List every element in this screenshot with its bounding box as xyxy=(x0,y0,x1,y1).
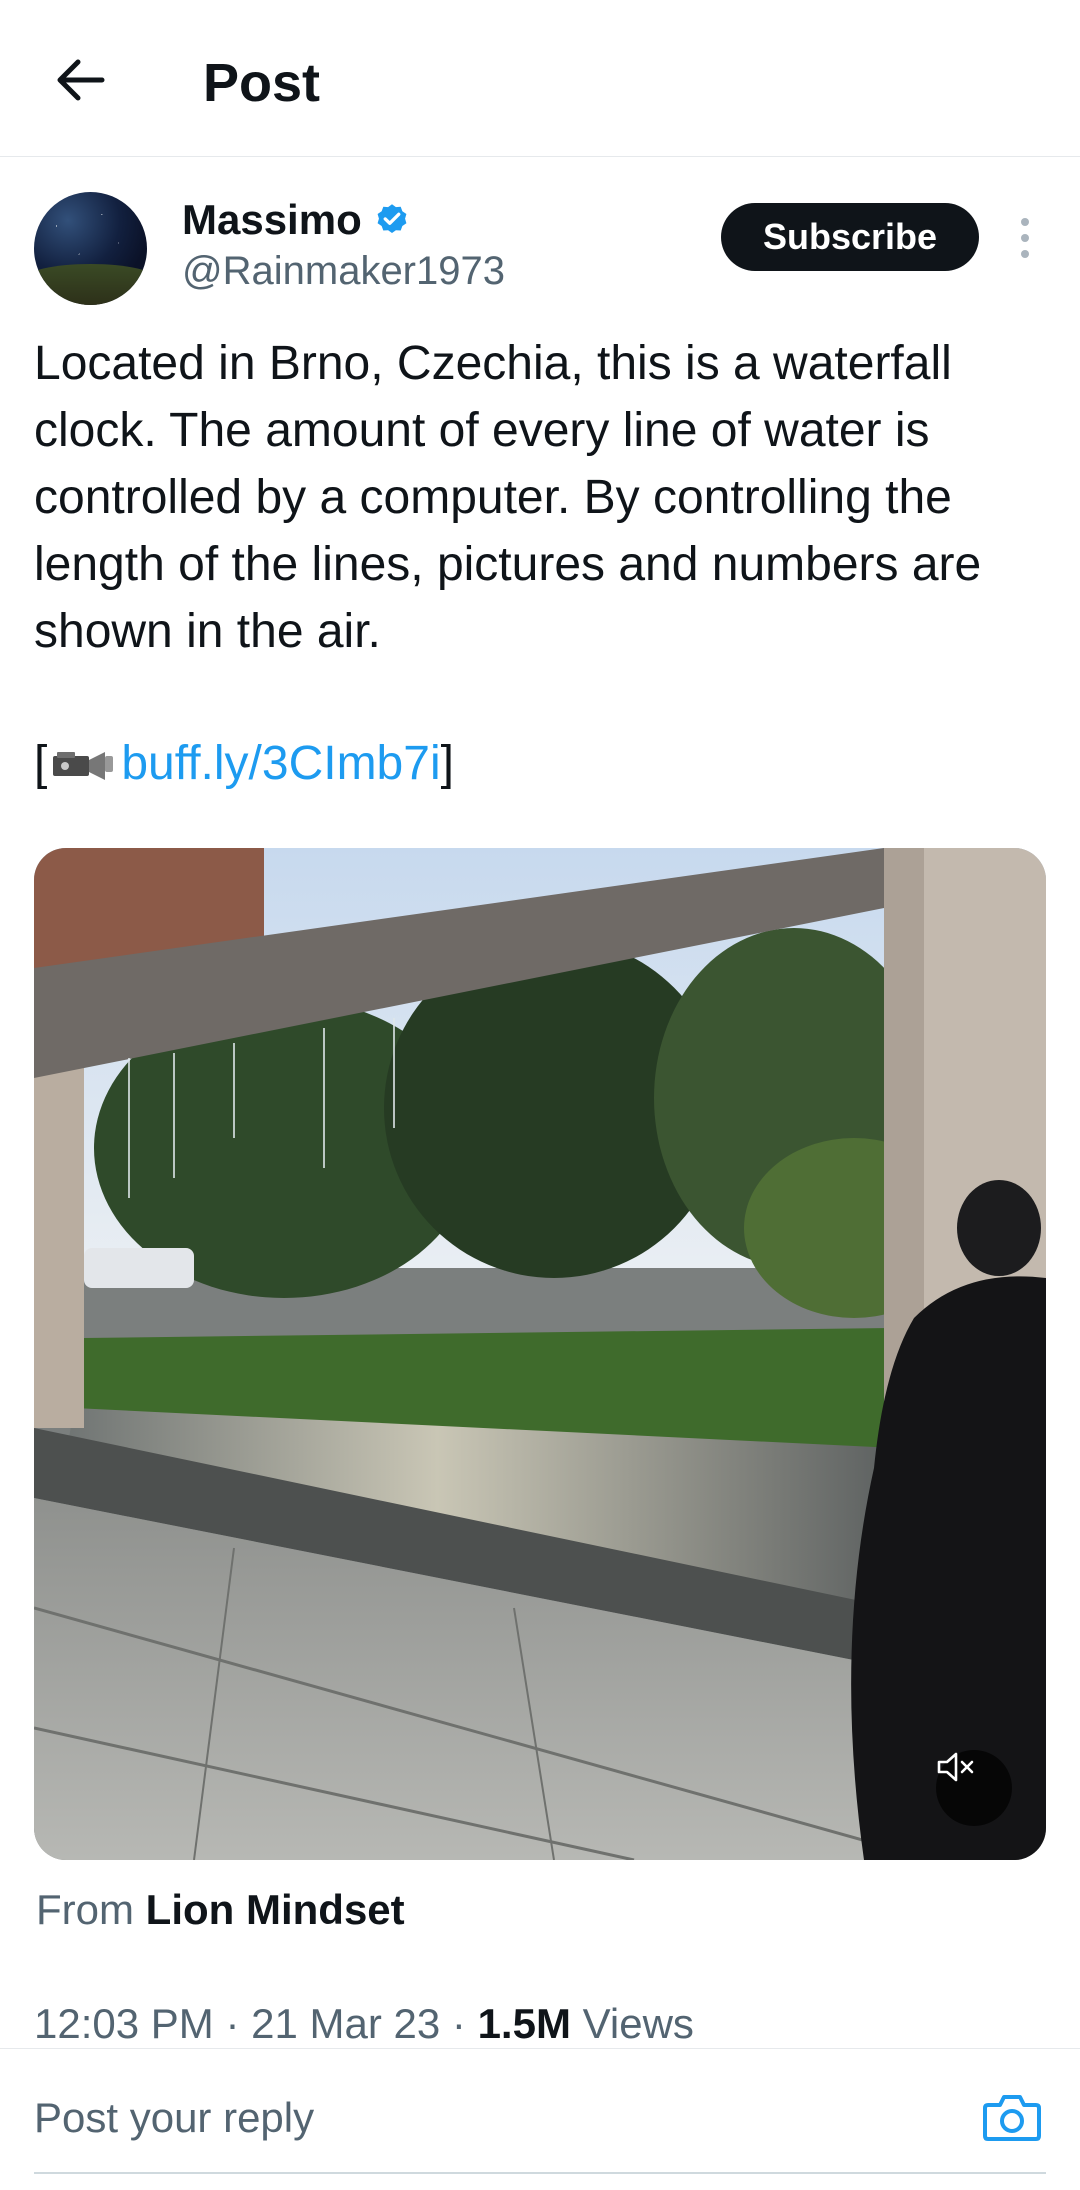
author-handle[interactable]: @Rainmaker1973 xyxy=(182,246,505,296)
reply-input[interactable]: Post your reply xyxy=(34,2091,314,2145)
author-name-row[interactable]: Massimo xyxy=(182,194,410,246)
mute-toggle-button[interactable] xyxy=(936,1750,1012,1826)
top-bar: Post xyxy=(0,0,1080,157)
more-vertical-icon xyxy=(1021,218,1029,226)
speaker-muted-icon xyxy=(937,1752,974,1782)
author-name[interactable]: Massimo xyxy=(182,194,362,246)
source-attribution: From Lion Mindset xyxy=(36,1882,405,1938)
source-name[interactable]: Lion Mindset xyxy=(146,1886,405,1933)
verified-badge-icon xyxy=(377,204,407,234)
page-title: Post xyxy=(203,53,321,113)
link-prefix: [ xyxy=(34,737,48,790)
video-camera-icon xyxy=(53,751,114,780)
video-player[interactable] xyxy=(34,848,1046,1860)
divider xyxy=(34,2172,1046,2174)
camera-icon xyxy=(983,2095,1041,2141)
meta-separator: · xyxy=(451,2000,466,2047)
camera-button[interactable] xyxy=(982,2091,1042,2143)
meta-separator: · xyxy=(225,2000,240,2047)
post-detail-screen: Post Massimo @Rainmaker1973 Subscribe Lo… xyxy=(0,0,1080,2190)
post-date[interactable]: 21 Mar 23 xyxy=(251,2000,440,2047)
views-count[interactable]: 1.5M xyxy=(478,2000,571,2047)
subscribe-button[interactable]: Subscribe xyxy=(721,203,979,271)
post-time[interactable]: 12:03 PM xyxy=(34,2000,214,2047)
views-label[interactable]: Views xyxy=(583,2000,694,2047)
back-button[interactable] xyxy=(40,40,120,120)
video-frame xyxy=(34,848,1046,1860)
reply-bar: Post your reply xyxy=(0,2048,1080,2179)
post-meta: 12:03 PM · 21 Mar 23 · 1.5M Views xyxy=(34,1996,694,2052)
post-link[interactable]: buff.ly/3CImb7i xyxy=(121,730,440,797)
avatar[interactable] xyxy=(34,192,147,305)
post-text: Located in Brno, Czechia, this is a wate… xyxy=(34,337,995,658)
arrow-left-icon xyxy=(57,59,105,101)
post-link-line: [ buff.ly/3CImb7i ] xyxy=(34,730,454,797)
source-prefix: From xyxy=(36,1886,134,1933)
link-suffix: ] xyxy=(440,737,454,790)
more-options-button[interactable] xyxy=(1005,210,1045,266)
